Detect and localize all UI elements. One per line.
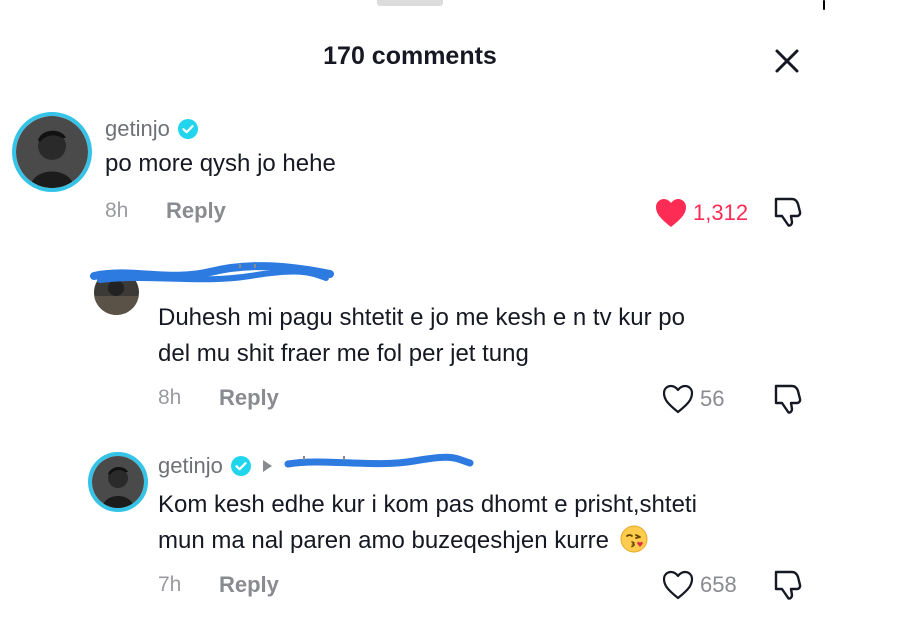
corner-mark — [823, 0, 825, 10]
heart-filled-icon — [656, 199, 686, 227]
reply-button[interactable]: Reply — [166, 198, 226, 224]
dislike-icon[interactable] — [770, 568, 804, 602]
comments-count-title: 170 comments — [323, 42, 497, 70]
comment-text-line2-text: mun ma nal paren amo buzeqeshjen kurre — [158, 527, 609, 554]
like-button[interactable]: 658 — [662, 570, 737, 600]
like-count: 1,312 — [693, 200, 749, 225]
verified-icon — [230, 456, 251, 476]
avatar[interactable] — [88, 452, 148, 512]
avatar-image — [92, 456, 144, 508]
dislike-icon[interactable] — [770, 382, 804, 416]
comment-text-line2: mun ma nal paren amo buzeqeshjen kurre — [158, 523, 648, 559]
redacted-username-scribble — [284, 453, 474, 468]
like-count: 658 — [700, 572, 737, 597]
avatar[interactable] — [12, 112, 92, 192]
avatar-image — [16, 116, 88, 188]
like-button[interactable]: 56 — [662, 384, 724, 414]
comment-text: po more qysh jo hehe — [105, 150, 336, 177]
close-icon[interactable] — [768, 42, 806, 80]
comment-time: 8h — [105, 199, 129, 222]
like-button[interactable]: 1,312 — [655, 198, 748, 228]
sheet-drag-handle[interactable] — [377, 0, 443, 6]
heart-outline-icon — [662, 570, 694, 600]
redacted-username-scribble — [90, 262, 334, 283]
comment-username[interactable]: getinjo — [105, 116, 198, 142]
heart-outline-icon — [662, 384, 694, 414]
kissing-face-emoji-icon — [620, 525, 648, 553]
comment-username[interactable]: getinjo — [158, 453, 272, 479]
comment-text-line1: Duhesh mi pagu shtetit e jo me kesh e n … — [158, 304, 685, 331]
comment-text-line1: Kom kesh edhe kur i kom pas dhomt e pris… — [158, 491, 697, 518]
reply-button[interactable]: Reply — [219, 385, 279, 411]
reply-button[interactable]: Reply — [219, 572, 279, 598]
dislike-icon[interactable] — [770, 195, 804, 229]
like-count: 56 — [700, 386, 725, 411]
verified-icon — [177, 119, 198, 139]
comment-time: 8h — [158, 386, 182, 409]
comment-time: 7h — [158, 573, 182, 596]
reply-to-arrow-icon — [262, 460, 272, 472]
comment-text-line2: del mu shit fraer me fol per jet tung — [158, 340, 529, 367]
